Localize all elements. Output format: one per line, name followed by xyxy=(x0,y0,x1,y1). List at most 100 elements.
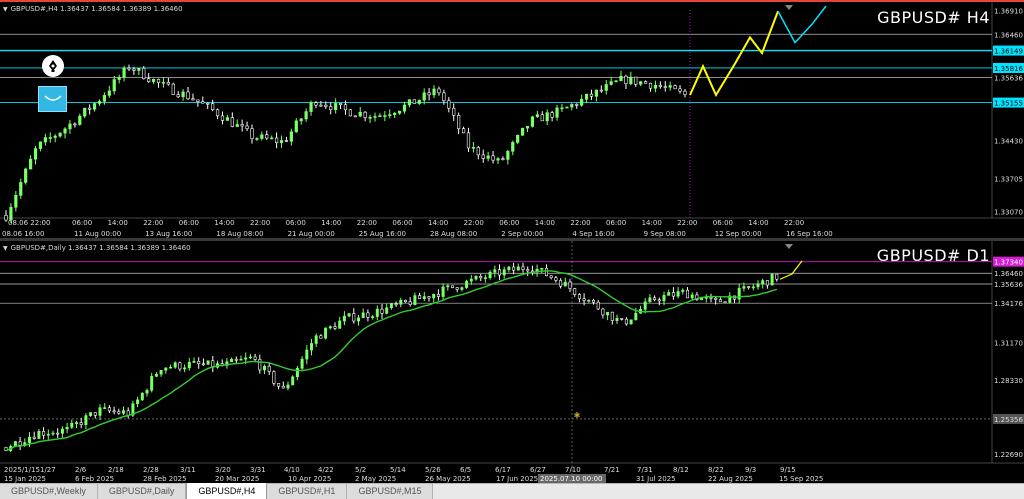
candle xyxy=(615,318,619,321)
h4-chart-pane[interactable]: ▼ GBPUSD#,H4 1.36437 1.36584 1.36389 1.36… xyxy=(0,0,1024,238)
candle xyxy=(314,335,318,344)
candle xyxy=(32,436,36,439)
h4-chart-canvas[interactable]: 1.36910 1.36460 1.36149 1.358161.35636 1.351… xyxy=(0,2,1024,238)
candle xyxy=(604,84,608,91)
candle xyxy=(19,182,23,196)
h4-yellow-projection[interactable] xyxy=(689,10,779,98)
candle xyxy=(145,390,149,394)
d1-time-label: 2/28 xyxy=(143,466,159,474)
candle xyxy=(319,104,323,107)
candle xyxy=(471,147,476,149)
candle xyxy=(584,93,589,100)
candle xyxy=(324,327,328,339)
d1-chart-pane[interactable]: ▼ GBPUSD#,Daily 1.36437 1.36584 1.36389 1… xyxy=(0,241,1024,483)
tab-gbpusd-m15[interactable]: GBPUSD#,M15 xyxy=(347,484,434,499)
candle xyxy=(481,154,485,159)
candle xyxy=(46,433,50,436)
h4-time-label: 22:00 xyxy=(357,219,377,227)
d1-time-label: 6/27 xyxy=(530,466,546,474)
candle xyxy=(270,137,274,140)
candle xyxy=(63,128,67,134)
candle xyxy=(465,280,469,288)
candle xyxy=(305,349,309,360)
candle xyxy=(48,137,52,139)
candle xyxy=(535,114,539,118)
candle xyxy=(107,90,111,96)
candle xyxy=(183,367,187,370)
h4-shift-marker[interactable] xyxy=(785,5,793,10)
candle xyxy=(388,114,392,116)
pen-icon[interactable] xyxy=(42,55,64,77)
d1-header-text: GBPUSD#,Daily 1.36437 1.36584 1.36389 1.… xyxy=(10,244,191,252)
candle xyxy=(516,266,520,271)
tab-gbpusd-h1[interactable]: GBPUSD#,H1 xyxy=(267,484,348,499)
candle xyxy=(83,107,87,117)
candle xyxy=(493,269,497,273)
candle xyxy=(112,79,116,92)
candle xyxy=(568,281,572,289)
candle xyxy=(718,299,722,303)
candle xyxy=(594,89,598,97)
candle xyxy=(559,280,563,287)
candle xyxy=(486,155,490,159)
candle xyxy=(181,91,185,98)
candle xyxy=(173,362,177,368)
d1-shift-marker[interactable] xyxy=(785,244,793,249)
candle xyxy=(620,318,624,320)
h4-date-label: 18 Aug 08:00 xyxy=(216,230,263,238)
candle xyxy=(166,81,170,85)
h4-cyan-projection[interactable] xyxy=(777,5,827,44)
candle xyxy=(383,115,387,117)
d1-crosshair-time-label: 2025.07.10 00:00 xyxy=(540,475,602,483)
candle xyxy=(258,359,262,371)
d1-yellow-projection[interactable] xyxy=(779,260,803,280)
d1-time-label: 2025/1/15 xyxy=(4,466,40,474)
d1-time-label: 2/18 xyxy=(108,466,124,474)
candle xyxy=(147,78,151,82)
candle xyxy=(540,267,544,270)
candle xyxy=(154,373,158,377)
candle xyxy=(197,361,201,365)
h4-price-label: 1.33705 xyxy=(994,175,1023,183)
candle xyxy=(466,132,471,149)
d1-date-label: 26 May 2025 xyxy=(425,475,471,483)
h4-time-label: 22:00 xyxy=(143,219,163,227)
h4-price-label: 1.36149 xyxy=(994,48,1023,56)
candle xyxy=(427,92,431,96)
candle xyxy=(206,102,210,105)
h4-time-label: 06:00 xyxy=(713,219,733,227)
candle xyxy=(653,297,657,301)
candle xyxy=(79,422,83,425)
d1-time-label: 4/22 xyxy=(318,466,334,474)
d1-time-label: 2/6 xyxy=(75,466,87,474)
candle xyxy=(304,111,308,120)
candle xyxy=(201,101,205,104)
tab-gbpusd-daily[interactable]: GBPUSD#,Daily xyxy=(97,484,187,499)
candle xyxy=(176,94,180,98)
tab-gbpusd-weekly[interactable]: GBPUSD#,Weekly xyxy=(0,484,98,499)
h4-price-label: 1.35636 xyxy=(994,74,1023,82)
candle xyxy=(89,412,93,416)
h4-date-label: 16 Sep 16:00 xyxy=(786,230,833,238)
d1-chart-canvas[interactable]: 1.37340 1.36460 1.35636 1.34176 1.31170 1.283… xyxy=(0,241,1024,483)
d1-moving-average[interactable] xyxy=(5,270,777,452)
candle xyxy=(187,362,191,369)
candle xyxy=(589,93,594,97)
candle xyxy=(389,303,393,309)
smile-icon[interactable] xyxy=(38,86,67,112)
candle xyxy=(643,81,648,84)
candle xyxy=(112,410,116,413)
candle xyxy=(93,412,97,416)
candle xyxy=(37,431,41,439)
candle xyxy=(196,99,200,102)
h4-header: ▼ GBPUSD#,H4 1.36437 1.36584 1.36389 1.36… xyxy=(3,5,183,13)
d1-date-label: 6 Feb 2025 xyxy=(75,475,114,483)
candle xyxy=(442,92,446,101)
d1-date-label: 31 Jul 2025 xyxy=(636,475,676,483)
candle xyxy=(501,158,505,160)
candle xyxy=(673,85,677,90)
candle xyxy=(606,311,610,316)
candle xyxy=(432,294,436,299)
tab-gbpusd-h4[interactable]: GBPUSD#,H4 xyxy=(186,483,268,499)
candle xyxy=(511,142,515,152)
